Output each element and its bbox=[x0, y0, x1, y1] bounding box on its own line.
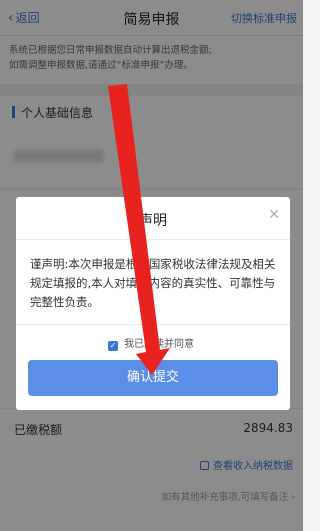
annotation-arrow-overlay bbox=[108, 84, 170, 375]
annotation-arrow-icon bbox=[108, 84, 170, 375]
